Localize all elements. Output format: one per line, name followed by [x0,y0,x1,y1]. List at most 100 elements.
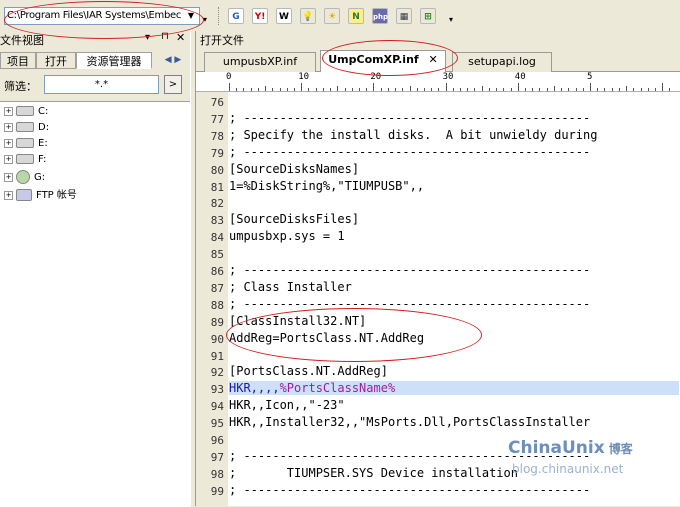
ruler-tick [532,88,534,91]
code-line[interactable]: ; --------------------------------------… [229,263,590,277]
tab-scroll-arrows-icon[interactable]: ◀ ▶ [158,52,188,68]
ruler-tick [575,88,577,91]
expand-icon[interactable]: + [4,154,13,164]
ruler-tick [474,88,476,91]
wikipedia-icon[interactable]: W [276,8,292,24]
code-line-current[interactable]: HKR,,,,%PortsClassName% [229,381,679,396]
line-number: 95 [210,417,224,431]
code-line[interactable]: umpusbxp.sys = 1 [229,229,345,243]
ruler-label: 10 [298,72,310,82]
code-line[interactable]: ; --------------------------------------… [229,483,590,497]
msdn-icon[interactable]: ▦ [396,8,412,24]
ruler-tick [460,88,462,91]
tree-item[interactable]: + FTP 帐号 [4,186,77,202]
tree-item-label: C: [38,106,49,117]
notes-icon[interactable]: N [348,8,364,24]
ruler-tick [669,88,671,91]
ruler-tick [662,83,664,91]
line-number: 80 [210,163,224,177]
code-line[interactable]: HKR,,Installer32,,"MsPorts.Dll,PortsClas… [229,415,590,429]
ruler-tick [503,88,505,91]
weather-icon[interactable]: ☀ [324,8,340,24]
toolbar-overflow-icon-2[interactable]: ▾ [449,15,453,24]
tree-item[interactable]: + F: [4,154,46,170]
tab-explorer[interactable]: 资源管理器 [76,52,152,69]
tab-open[interactable]: 打开 [36,52,76,69]
php-icon[interactable]: php [372,8,388,24]
ruler-tick [640,88,642,91]
expand-icon[interactable]: + [4,138,13,148]
annotation-oval-classinstall [226,308,482,362]
line-number: 86 [210,265,224,278]
ruler-tick [496,88,498,91]
code-line[interactable]: 1=%DiskString%,"TIUMPUSB",, [229,179,424,193]
line-number: 79 [210,146,224,160]
ruler-tick [330,88,332,91]
filter-apply-button[interactable]: > [164,75,182,94]
line-number: 97 [210,450,224,464]
code-line[interactable]: ; --------------------------------------… [229,297,590,311]
ruler-tick [568,88,570,91]
ruler-tick [373,83,375,91]
tree-item-label: E: [38,138,48,149]
tree-item[interactable]: + C: [4,106,48,122]
drive-icon [16,122,34,132]
code-line[interactable]: ; --------------------------------------… [229,111,590,125]
code-line[interactable]: ; TIUMPSER.SYS Device installation [229,466,518,480]
ruler-tick [279,88,281,91]
file-view-title: 文件视图 [0,34,44,47]
ruler-tick [539,88,541,91]
tab-umpusbxp-inf[interactable]: umpusbXP.inf [204,52,316,72]
code-line[interactable]: ; Specify the install disks. A bit unwie… [229,128,597,142]
watermark-url: blog.chinaunix.net [512,462,624,476]
code-line[interactable]: [SourceDisksNames] [229,162,359,176]
code-line[interactable]: ; --------------------------------------… [229,145,590,159]
lightbulb-icon[interactable]: 💡 [300,8,316,24]
ruler-tick [351,88,353,91]
tab-project[interactable]: 项目 [0,52,36,69]
ruler-tick [488,88,490,91]
annotation-oval-tab [322,40,458,76]
expand-icon[interactable]: + [4,172,13,182]
ruler-tick [582,88,584,91]
open-files-title: 打开文件 [200,34,244,47]
ruler-tick [366,88,368,91]
ruler-tick [243,88,245,91]
ruler-tick [481,86,483,91]
close-icon[interactable]: ✕ [176,31,185,44]
tree-item[interactable]: + E: [4,138,48,154]
filter-input[interactable]: *.* [44,75,159,94]
windows-icon[interactable]: ⊞ [420,8,436,24]
code-line[interactable]: ; Class Installer [229,280,352,294]
line-number: 98 [210,467,224,481]
ruler-tick [250,88,252,91]
ruler-tick [387,88,389,91]
code-line[interactable]: HKR,,Icon,,"-23" [229,398,345,412]
line-number: 81 [210,180,224,194]
expand-icon[interactable]: + [4,106,13,116]
line-number: 78 [210,129,224,143]
line-number: 76 [210,96,224,109]
ruler-tick [409,86,411,91]
expand-icon[interactable]: + [4,190,13,200]
tree-item[interactable]: + D: [4,122,49,138]
yahoo-icon[interactable]: Y! [252,8,268,24]
ruler-tick [293,88,295,91]
tab-setupapi-log[interactable]: setupapi.log [452,52,552,72]
tree-item[interactable]: + G: [4,170,45,186]
ruler-tick [358,88,360,91]
ruler-tick [416,88,418,91]
drive-icon [16,106,34,116]
tree-item-label: F: [38,154,47,165]
toolbar-grip[interactable] [218,7,222,25]
ruler-tick [337,86,339,91]
code-line[interactable]: [PortsClass.NT.AddReg] [229,364,388,378]
ruler-tick [322,88,324,91]
drive-icon [16,154,34,164]
google-icon[interactable]: G [228,8,244,24]
ruler-tick [301,83,303,91]
drive-icon [16,138,34,148]
code-line[interactable]: [SourceDisksFiles] [229,212,359,226]
expand-icon[interactable]: + [4,122,13,132]
ftp-icon [16,189,32,201]
